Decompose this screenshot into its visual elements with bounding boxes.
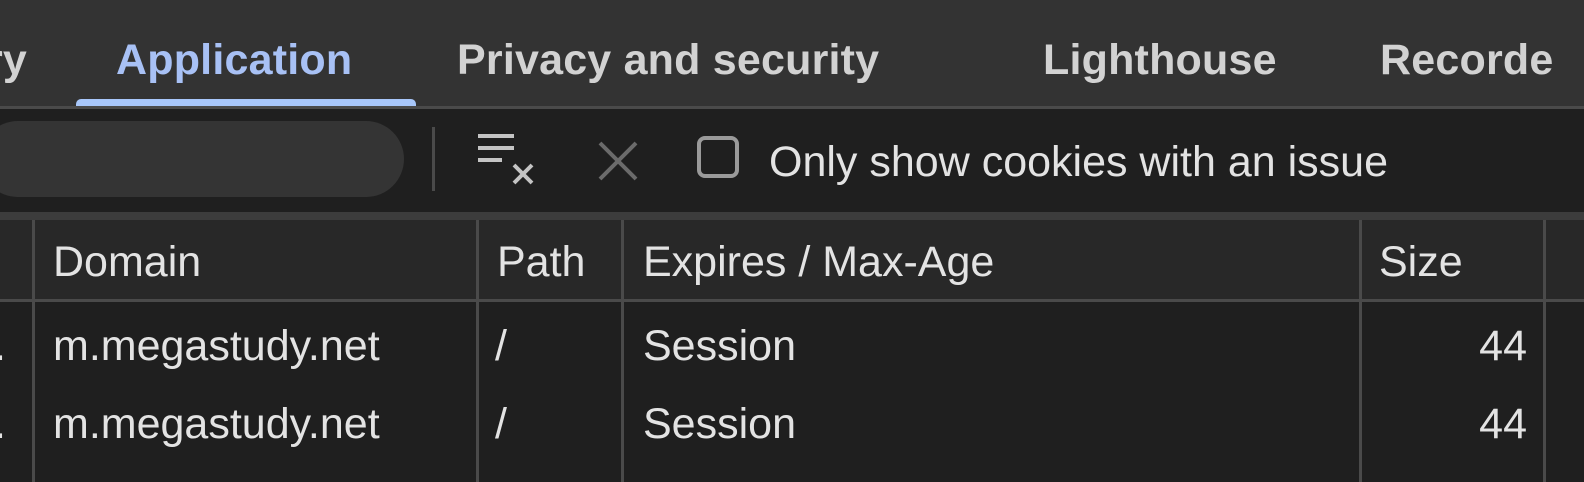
only-issues-label[interactable]: Only show cookies with an issue	[769, 137, 1388, 187]
tab-application[interactable]: Application	[116, 34, 352, 86]
cookies-table: Domain Path Expires / Max-Age Size . m.m…	[0, 220, 1584, 482]
cell-domain: m.megastudy.net	[53, 322, 380, 370]
clear-all-icon[interactable]	[478, 132, 540, 186]
cell-size: 44	[1479, 322, 1527, 370]
table-row[interactable]: . m.megastudy.net / Session 44	[0, 306, 1584, 384]
cell-domain: m.megastudy.net	[53, 400, 380, 448]
header-divider	[0, 299, 1584, 302]
tab-memory[interactable]: ry	[0, 34, 27, 86]
tab-privacy-and-security[interactable]: Privacy and security	[457, 34, 879, 86]
cell-name: .	[0, 320, 6, 372]
cell-expires: Session	[643, 322, 796, 370]
filter-input[interactable]	[0, 121, 404, 197]
table-header-row: Domain Path Expires / Max-Age Size	[0, 220, 1584, 299]
cookies-toolbar: Only show cookies with an issue	[0, 109, 1584, 212]
table-row[interactable]: . m.megastudy.net / Session 44	[0, 384, 1584, 462]
toolbar-divider	[0, 212, 1584, 220]
cell-name: .	[0, 398, 6, 450]
cell-size: 44	[1479, 400, 1527, 448]
delete-x-icon[interactable]	[596, 139, 640, 183]
column-header-expires[interactable]: Expires / Max-Age	[643, 236, 994, 288]
devtools-tab-bar: ry Application Privacy and security Ligh…	[0, 0, 1584, 106]
column-header-size[interactable]: Size	[1379, 236, 1463, 288]
cell-expires: Session	[643, 400, 796, 448]
toolbar-separator	[432, 127, 435, 191]
active-tab-indicator	[76, 99, 416, 106]
cell-path: /	[495, 400, 507, 448]
tab-recorder[interactable]: Recorde	[1380, 34, 1553, 86]
only-issues-checkbox[interactable]	[697, 136, 739, 178]
tab-lighthouse[interactable]: Lighthouse	[1043, 34, 1277, 86]
column-header-domain[interactable]: Domain	[53, 236, 201, 288]
column-header-path[interactable]: Path	[497, 236, 585, 288]
cell-path: /	[495, 322, 507, 370]
